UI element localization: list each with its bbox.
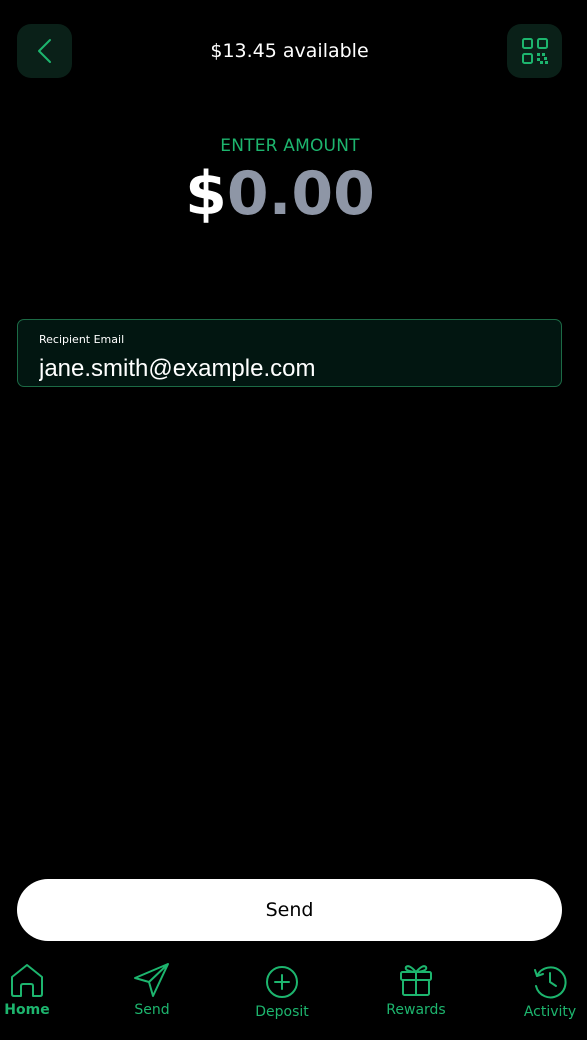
nav-item-home[interactable]: Home: [0, 962, 75, 1034]
history-icon: [534, 966, 567, 999]
amount-value: 0.00: [226, 159, 375, 229]
recipient-email-label: Recipient Email: [39, 333, 125, 346]
gift-icon: [400, 965, 432, 996]
amount-label: ENTER AMOUNT: [220, 136, 360, 156]
recipient-email-field[interactable]: Recipient Email: [17, 319, 562, 387]
nav-item-send[interactable]: Send: [104, 962, 200, 1034]
nav-label-activity: Activity: [523, 1004, 577, 1020]
back-button[interactable]: [17, 24, 72, 78]
amount-display[interactable]: $0.00: [0, 160, 560, 228]
available-balance: $13.45 available: [210, 40, 369, 62]
paper-plane-icon: [134, 963, 169, 997]
header: $13.45 available: [17, 24, 562, 78]
recipient-email-input[interactable]: [39, 354, 539, 384]
nav-item-rewards[interactable]: Rewards: [368, 962, 464, 1034]
plus-circle-icon: [266, 966, 298, 998]
nav-label-deposit: Deposit: [255, 1004, 309, 1020]
nav-label-home: Home: [4, 1002, 50, 1018]
qr-code-icon: [521, 38, 548, 64]
send-money-screen: $13.45 available ENTER AMOUNT $0.00 Reci…: [0, 0, 587, 1040]
qr-scan-button[interactable]: [507, 24, 562, 78]
send-button[interactable]: Send: [17, 879, 562, 941]
home-icon: [11, 964, 43, 997]
nav-item-activity[interactable]: Activity: [502, 962, 587, 1034]
currency-symbol: $: [185, 159, 227, 229]
nav-label-send: Send: [134, 1002, 170, 1018]
nav-item-deposit[interactable]: Deposit: [234, 962, 330, 1034]
chevron-left-icon: [37, 39, 51, 63]
nav-label-rewards: Rewards: [386, 1002, 446, 1018]
